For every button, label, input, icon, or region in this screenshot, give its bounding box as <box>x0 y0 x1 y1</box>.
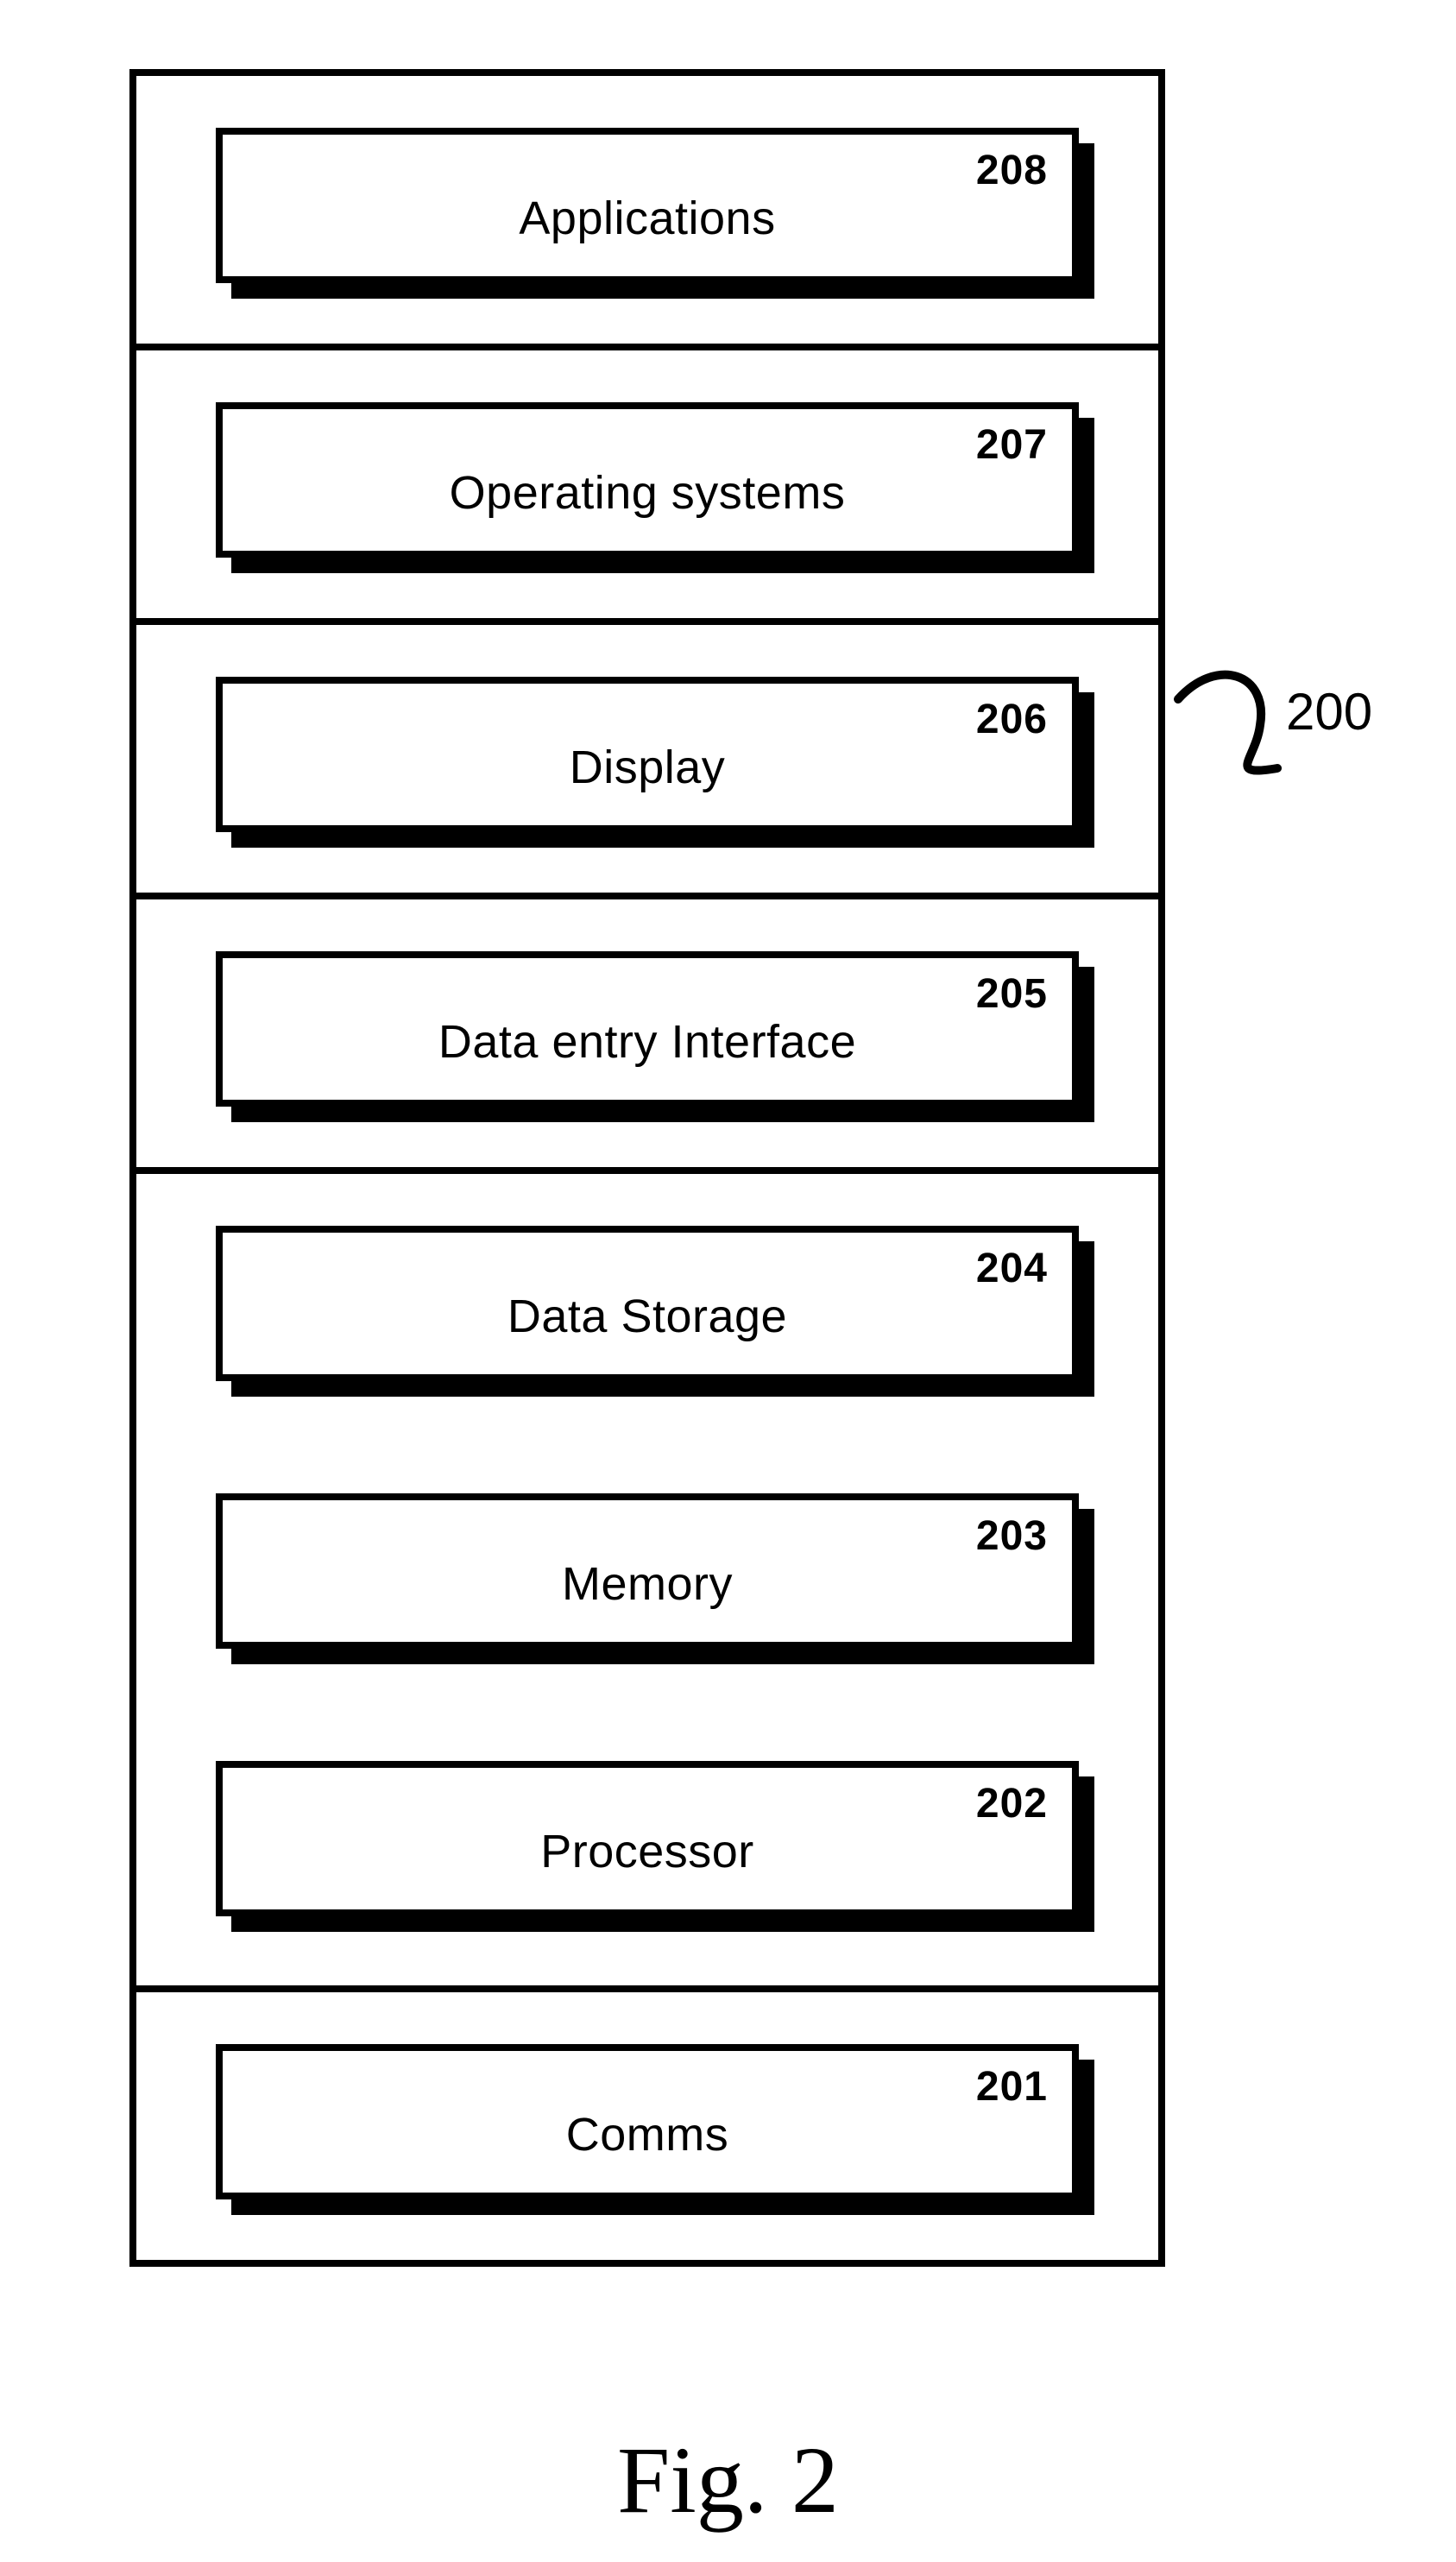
device-stack-container: 208 Applications 207 Operating systems 2… <box>129 69 1165 2267</box>
figure-caption: Fig. 2 <box>0 2426 1456 2535</box>
ref-number: 208 <box>976 147 1048 194</box>
block-label: Applications <box>223 192 1072 245</box>
block-comms: 201 Comms <box>216 2044 1079 2199</box>
block-label: Comms <box>223 2108 1072 2161</box>
block-label: Data entry Interface <box>223 1015 1072 1069</box>
ref-number: 207 <box>976 421 1048 469</box>
block-label: Display <box>223 741 1072 794</box>
block-memory: 203 Memory <box>216 1493 1079 1649</box>
block-applications: 208 Applications <box>216 128 1079 283</box>
ref-number: 202 <box>976 1780 1048 1827</box>
section-display: 206 Display <box>136 625 1158 899</box>
section-hardware: 204 Data Storage 203 Memory 202 Processo… <box>136 1174 1158 1992</box>
block-processor: 202 Processor <box>216 1761 1079 1916</box>
section-applications: 208 Applications <box>136 76 1158 350</box>
block-label: Processor <box>223 1825 1072 1878</box>
block-face: 207 Operating systems <box>216 402 1079 558</box>
section-comms: 201 Comms <box>136 1992 1158 2260</box>
block-data-entry-interface: 205 Data entry Interface <box>216 951 1079 1107</box>
block-label: Memory <box>223 1557 1072 1611</box>
section-operating-systems: 207 Operating systems <box>136 350 1158 625</box>
section-data-entry: 205 Data entry Interface <box>136 899 1158 1174</box>
block-label: Operating systems <box>223 466 1072 520</box>
ref-number: 204 <box>976 1245 1048 1292</box>
block-face: 208 Applications <box>216 128 1079 283</box>
block-operating-systems: 207 Operating systems <box>216 402 1079 558</box>
ref-number: 201 <box>976 2063 1048 2111</box>
block-display: 206 Display <box>216 677 1079 832</box>
block-face: 204 Data Storage <box>216 1226 1079 1381</box>
block-face: 201 Comms <box>216 2044 1079 2199</box>
block-data-storage: 204 Data Storage <box>216 1226 1079 1381</box>
block-face: 202 Processor <box>216 1761 1079 1916</box>
block-face: 203 Memory <box>216 1493 1079 1649</box>
ref-number: 205 <box>976 970 1048 1018</box>
block-face: 205 Data entry Interface <box>216 951 1079 1107</box>
ref-number: 203 <box>976 1512 1048 1560</box>
pointer-ref-number: 200 <box>1286 682 1372 741</box>
figure-page: 208 Applications 207 Operating systems 2… <box>0 0 1456 2562</box>
ref-number: 206 <box>976 696 1048 743</box>
block-label: Data Storage <box>223 1290 1072 1343</box>
block-face: 206 Display <box>216 677 1079 832</box>
